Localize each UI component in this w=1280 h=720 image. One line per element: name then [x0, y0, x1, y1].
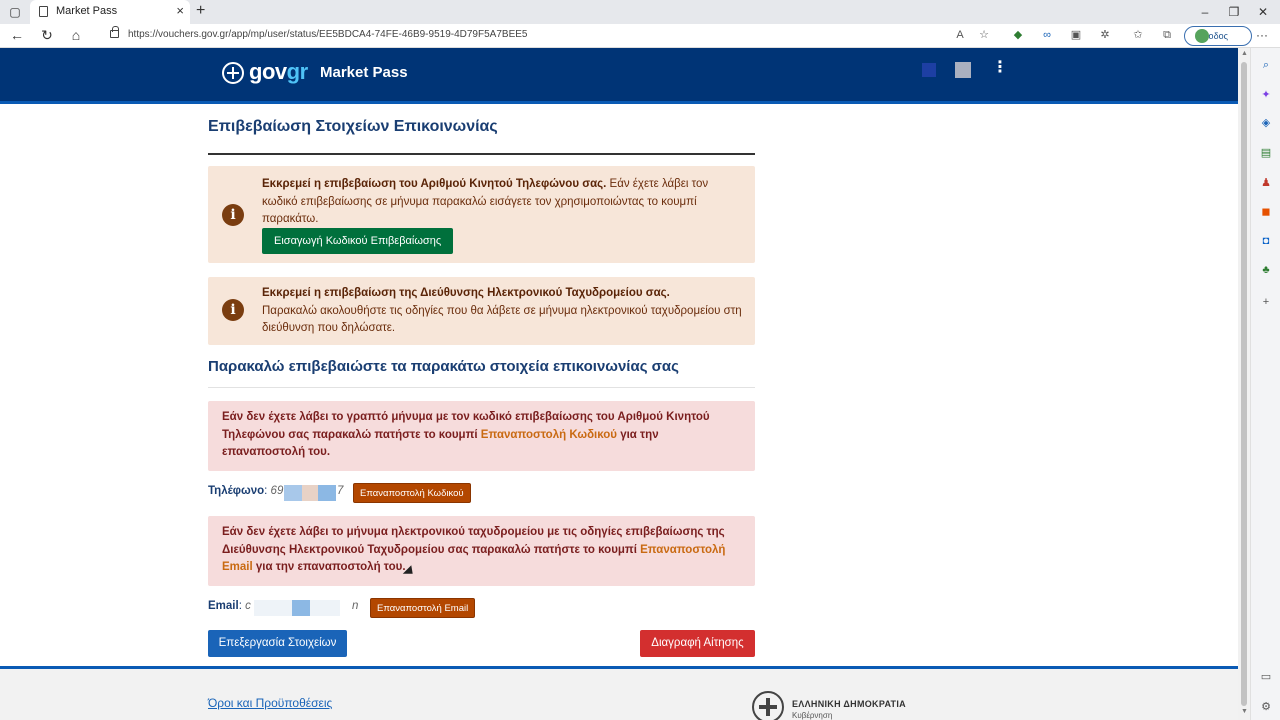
new-tab-icon[interactable]: + [196, 2, 205, 20]
refresh-icon[interactable]: ↻ [38, 27, 56, 44]
info-icon: i [222, 204, 244, 226]
site-header: govgr Market Pass ⋮ [0, 48, 1238, 104]
page-scrollbar[interactable]: ▲ ▼ [1238, 48, 1250, 720]
tab-title: Market Pass [56, 5, 118, 17]
email-pending-bold: Εκκρεμεί η επιβεβαίωση της Διεύθυνσης Ηλ… [262, 287, 670, 299]
avatar [1195, 29, 1209, 43]
phone-value-start: 69 [270, 485, 284, 497]
add-icon[interactable]: + [1259, 295, 1273, 309]
phone-pending-text: Εκκρεμεί η επιβεβαίωση του Αριθμού Κινητ… [262, 176, 742, 229]
phone-redaction [284, 485, 302, 501]
republic-label: ΕΛΛΗΝΙΚΗ ΔΗΜΟΚΡΑΤΙΑ [792, 699, 906, 709]
email-pending-text: Εκκρεμεί η επιβεβαίωση της Διεύθυνσης Ηλ… [262, 285, 742, 338]
email-pending-body: Παρακαλώ ακολουθήστε τις οδηγίες που θα … [262, 304, 742, 335]
address-bar: ← ↻ ⌂ https://vouchers.gov.gr/app/mp/use… [0, 24, 1280, 48]
games-icon[interactable]: ♟ [1259, 176, 1273, 190]
email-label: Email [208, 600, 239, 612]
read-aloud-icon[interactable]: A [953, 28, 967, 42]
scroll-down-icon[interactable]: ▼ [1241, 708, 1248, 715]
phone-label: Τηλέφωνο [208, 485, 265, 497]
phone-resend-highlight: Επαναποστολή Κωδικού [480, 428, 617, 441]
confirm-divider [208, 387, 755, 388]
tools-icon[interactable]: ▤ [1259, 146, 1273, 160]
phone-pending-bold: Εκκρεμεί η επιβεβαίωση του Αριθμού Κινητ… [262, 178, 607, 190]
gov-emblem-icon [222, 62, 244, 84]
email-value-end: n [352, 600, 359, 612]
phone-value-end: 7 [337, 485, 344, 497]
signin-button[interactable]: Είσοδος [1184, 26, 1252, 46]
url-field[interactable]: https://vouchers.gov.gr/app/mp/user/stat… [100, 26, 1000, 46]
link-icon[interactable]: ∞ [1040, 28, 1054, 42]
close-icon[interactable]: × [176, 3, 184, 18]
title-divider [208, 153, 755, 155]
header-redacted-block-2 [955, 62, 971, 78]
header-redacted-block [922, 63, 936, 77]
home-icon[interactable]: ⌂ [67, 27, 85, 43]
enter-code-button[interactable]: Εισαγωγή Κωδικού Επιβεβαίωσης [262, 228, 454, 254]
scroll-up-icon[interactable]: ▲ [1241, 50, 1248, 57]
kebab-menu-icon[interactable]: ⋮ [992, 60, 1008, 76]
browser-tab[interactable]: Market Pass × [30, 0, 190, 24]
site-footer: Όροι και Προϋποθέσεις ΕΛΛΗΝΙΚΗ ΔΗΜΟΚΡΑΤΙ… [0, 666, 1238, 720]
phone-redaction [318, 485, 336, 501]
confirm-title: Παρακαλώ επιβεβαιώστε τα παρακάτω στοιχε… [208, 358, 679, 375]
delete-application-button[interactable]: Διαγραφή Αίτησης [640, 630, 755, 657]
email-resend-after: για την επαναποστολή του. [252, 561, 406, 573]
page-title: Επιβεβαίωση Στοιχείων Επικοινωνίας [208, 118, 498, 135]
browser-sidebar: ⌕ ✦ ◈ ▤ ♟ ◼ ◘ ♣ + ▭ ⚙ [1250, 48, 1280, 720]
tree-icon[interactable]: ♣ [1259, 263, 1273, 277]
url-text: https://vouchers.gov.gr/app/mp/user/stat… [128, 29, 528, 40]
email-redaction [292, 600, 310, 616]
email-field-row: Email: c n [208, 600, 368, 620]
hellenic-emblem-icon [752, 691, 784, 720]
tabs-icon[interactable]: ⧉ [1160, 28, 1174, 42]
extension-icon[interactable]: ◆ [1011, 28, 1025, 42]
govgr-logo[interactable]: govgr [249, 59, 308, 85]
copilot-icon[interactable]: ✦ [1259, 88, 1273, 102]
search-icon[interactable]: ⌕ [1259, 58, 1273, 72]
resend-code-button[interactable]: Επαναποστολή Κωδικού [353, 483, 471, 503]
office-icon[interactable]: ◼ [1259, 205, 1273, 219]
scroll-thumb[interactable] [1241, 62, 1247, 706]
settings-icon[interactable]: ⚙ [1259, 700, 1273, 714]
phone-pending-notice: i Εκκρεμεί η επιβεβαίωση του Αριθμού Κιν… [208, 166, 755, 263]
logo-gr: gr [286, 59, 309, 84]
main-content: Επιβεβαίωση Στοιχείων Επικοινωνίας i Εκκ… [0, 104, 1238, 668]
shopping-icon[interactable]: ◈ [1259, 116, 1273, 130]
restore-icon[interactable]: ❐ [1225, 3, 1243, 21]
site-title: Market Pass [320, 64, 408, 81]
phone-resend-notice: Εάν δεν έχετε λάβει το γραπτό μήνυμα με … [208, 401, 755, 471]
email-pending-notice: i Εκκρεμεί η επιβεβαίωση της Διεύθυνσης … [208, 277, 755, 345]
email-redaction [254, 600, 292, 616]
page-icon [39, 6, 48, 17]
email-value-start: c [245, 600, 251, 612]
terms-link[interactable]: Όροι και Προϋποθέσεις [208, 696, 332, 710]
phone-resend-text: Εάν δεν έχετε λάβει το γραπτό μήνυμα με … [222, 409, 742, 462]
email-redaction [310, 600, 340, 616]
favorite-icon[interactable]: ☆ [977, 28, 991, 42]
back-icon[interactable]: ← [8, 27, 26, 43]
phone-redaction [302, 485, 318, 501]
logo-gov: gov [249, 59, 287, 84]
edit-details-button[interactable]: Επεξεργασία Στοιχείων [208, 630, 347, 657]
sidebar-layout-icon[interactable]: ▭ [1259, 670, 1273, 684]
favorites-icon[interactable]: ✩ [1131, 28, 1145, 42]
extensions-icon[interactable]: ✲ [1098, 28, 1112, 42]
email-resend-notice: Εάν δεν έχετε λάβει το μήνυμα ηλεκτρονικ… [208, 516, 755, 586]
minimize-icon[interactable]: – [1196, 3, 1214, 21]
browser-menu-icon[interactable]: ··· [1256, 28, 1268, 42]
window-close-icon[interactable]: ✕ [1254, 3, 1272, 21]
resend-email-button[interactable]: Επαναποστολή Email [370, 598, 476, 618]
outlook-icon[interactable]: ◘ [1259, 234, 1273, 248]
email-resend-text: Εάν δεν έχετε λάβει το μήνυμα ηλεκτρονικ… [222, 524, 742, 577]
tab-actions-icon[interactable]: ▢ [6, 3, 24, 21]
lock-icon[interactable] [110, 26, 119, 38]
government-label: Κυβέρνηση [792, 711, 833, 720]
browser-tab-bar: ▢ Market Pass × + – ❐ ✕ [0, 0, 1280, 24]
collections-icon[interactable]: ▣ [1069, 28, 1083, 42]
info-icon: i [222, 299, 244, 321]
